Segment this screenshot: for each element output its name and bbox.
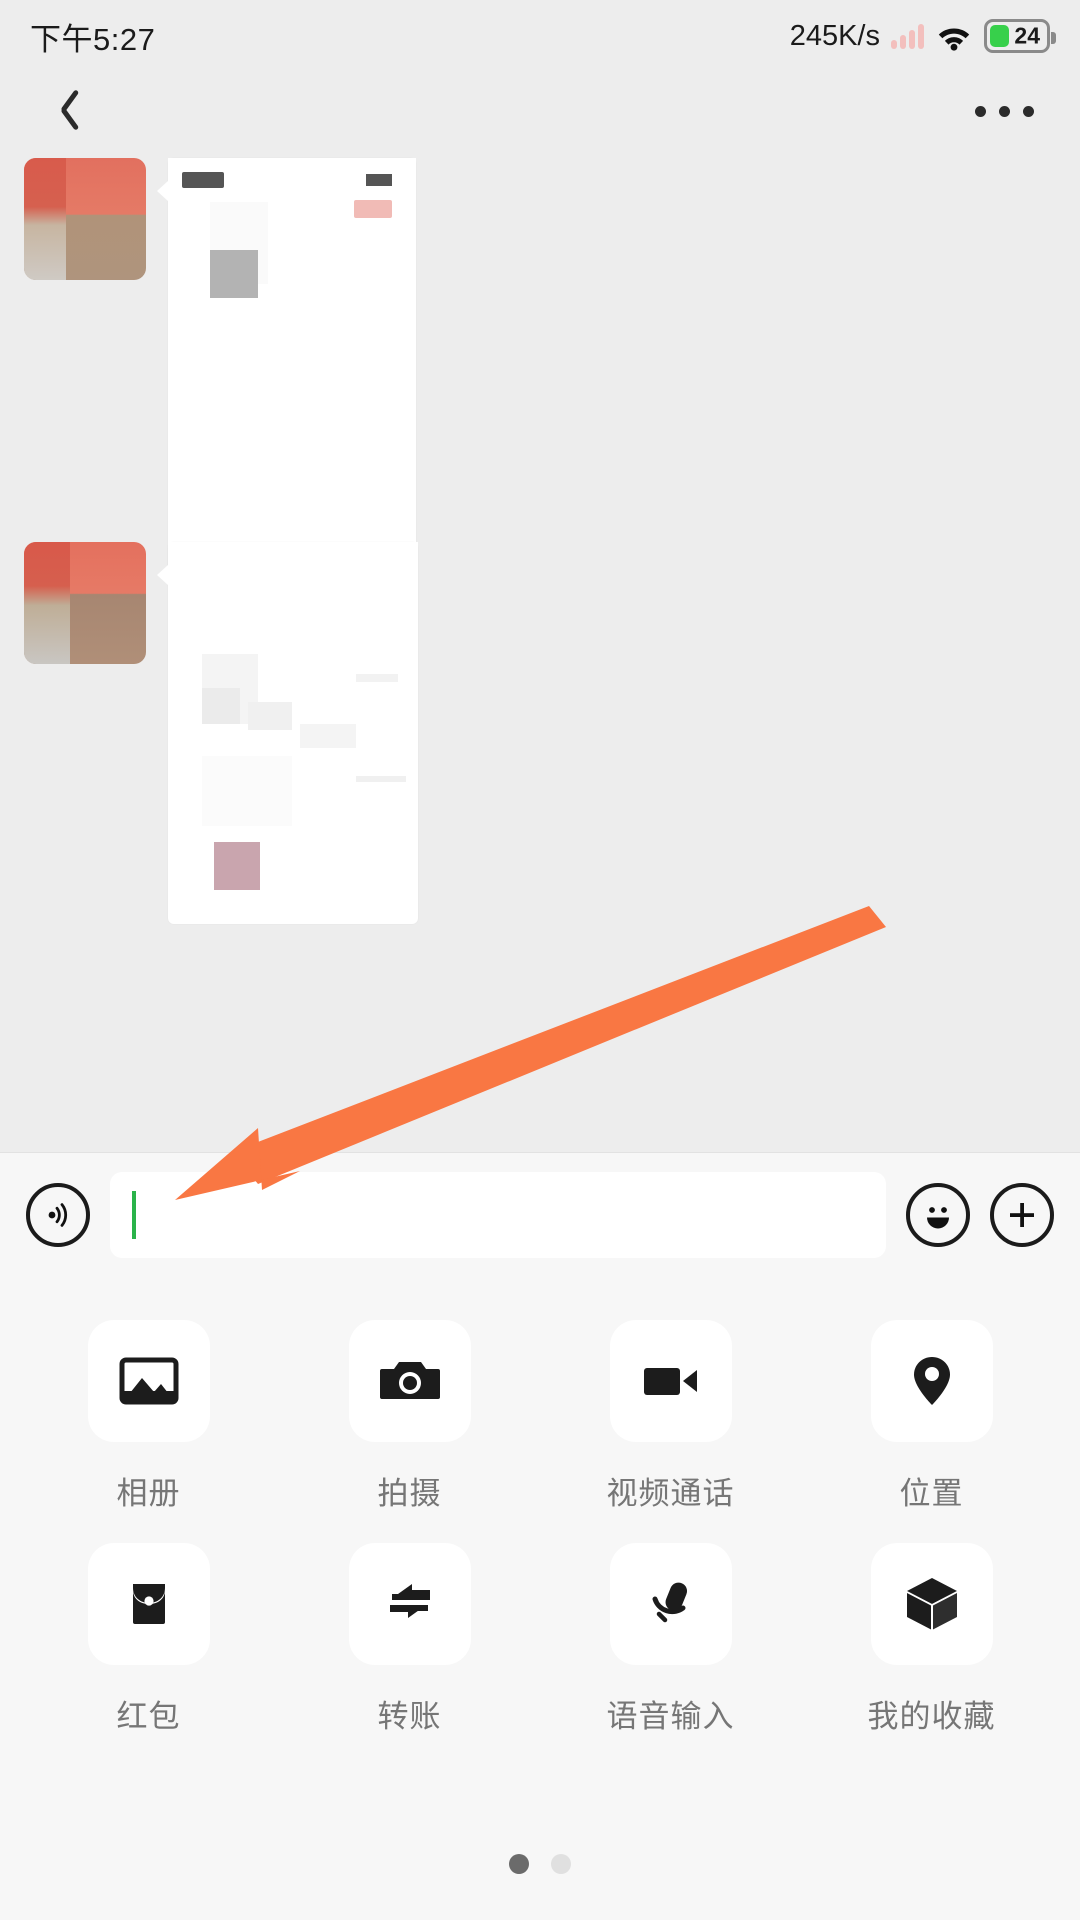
attachment-item-album[interactable]: 相册 xyxy=(18,1320,279,1513)
chat-message-list[interactable] xyxy=(0,150,1080,950)
attachment-label: 转账 xyxy=(377,1699,442,1735)
attachment-item-location[interactable]: 位置 xyxy=(801,1320,1062,1513)
video-call-icon[interactable] xyxy=(609,1320,732,1442)
attachment-label: 红包 xyxy=(116,1699,181,1735)
voice-wave-icon[interactable] xyxy=(26,1182,90,1247)
status-bar-right: 245K/s 24 xyxy=(789,19,1056,53)
attachment-item-camera[interactable]: 拍摄 xyxy=(279,1320,540,1513)
attachment-label: 拍摄 xyxy=(377,1476,442,1512)
attachment-label: 我的收藏 xyxy=(867,1699,996,1735)
attachment-label: 相册 xyxy=(116,1476,181,1512)
page-dot-1[interactable] xyxy=(509,1854,529,1874)
battery-level-text: 24 xyxy=(1014,22,1040,49)
message-input-bar xyxy=(0,1152,1080,1276)
transfer-icon[interactable] xyxy=(348,1543,471,1665)
redacted-status xyxy=(354,200,392,218)
image-message-bubble[interactable] xyxy=(157,542,418,924)
chat-message-item[interactable] xyxy=(24,158,416,574)
signal-bars-icon xyxy=(891,23,924,49)
camera-icon[interactable] xyxy=(348,1320,471,1442)
attachment-item-video-call[interactable]: 视频通话 xyxy=(540,1320,801,1513)
nav-bar xyxy=(0,72,1080,150)
avatar[interactable] xyxy=(24,158,146,280)
attachment-item-transfer[interactable]: 转账 xyxy=(279,1543,540,1736)
microphone-icon[interactable] xyxy=(609,1543,732,1665)
attachment-label: 位置 xyxy=(899,1476,964,1512)
image-message-bubble[interactable] xyxy=(157,158,416,574)
status-bar: 下午5:27 245K/s 24 xyxy=(0,0,1080,72)
back-chevron-icon[interactable] xyxy=(46,81,92,141)
battery-icon: 24 xyxy=(984,19,1056,53)
chat-message-item[interactable] xyxy=(24,542,418,924)
more-options-icon[interactable] xyxy=(975,105,1034,117)
attachment-item-voice-input[interactable]: 语音输入 xyxy=(540,1543,801,1736)
page-indicator xyxy=(0,1854,1080,1874)
wechat-chat-screen: 下午5:27 245K/s 24 相册 拍摄 视频通话 位置 红包 转账 语音输… xyxy=(0,0,1080,1920)
message-input-field[interactable] xyxy=(110,1171,886,1258)
attachment-item-favorites[interactable]: 我的收藏 xyxy=(801,1543,1062,1736)
text-caret xyxy=(132,1190,136,1239)
red-packet-icon[interactable] xyxy=(87,1543,210,1665)
wifi-icon xyxy=(938,28,970,51)
avatar[interactable] xyxy=(24,542,146,664)
attachment-label: 语音输入 xyxy=(606,1699,735,1735)
location-pin-icon[interactable] xyxy=(870,1320,993,1442)
emoji-smiley-icon[interactable] xyxy=(906,1182,970,1247)
network-speed-text: 245K/s xyxy=(789,19,880,52)
page-dot-2[interactable] xyxy=(551,1854,571,1874)
photo-album-icon[interactable] xyxy=(87,1320,210,1442)
redacted-timestamp xyxy=(182,172,224,188)
attachment-panel: 相册 拍摄 视频通话 位置 红包 转账 语音输入 我的收藏 xyxy=(0,1276,1080,1920)
attachment-grid: 相册 拍摄 视频通话 位置 红包 转账 语音输入 我的收藏 xyxy=(0,1276,1080,1736)
status-time: 下午5:27 xyxy=(30,21,156,57)
favorites-cube-icon[interactable] xyxy=(870,1543,993,1665)
attachment-item-red-packet[interactable]: 红包 xyxy=(18,1543,279,1736)
plus-circle-icon[interactable] xyxy=(990,1182,1054,1247)
attachment-label: 视频通话 xyxy=(606,1476,735,1512)
